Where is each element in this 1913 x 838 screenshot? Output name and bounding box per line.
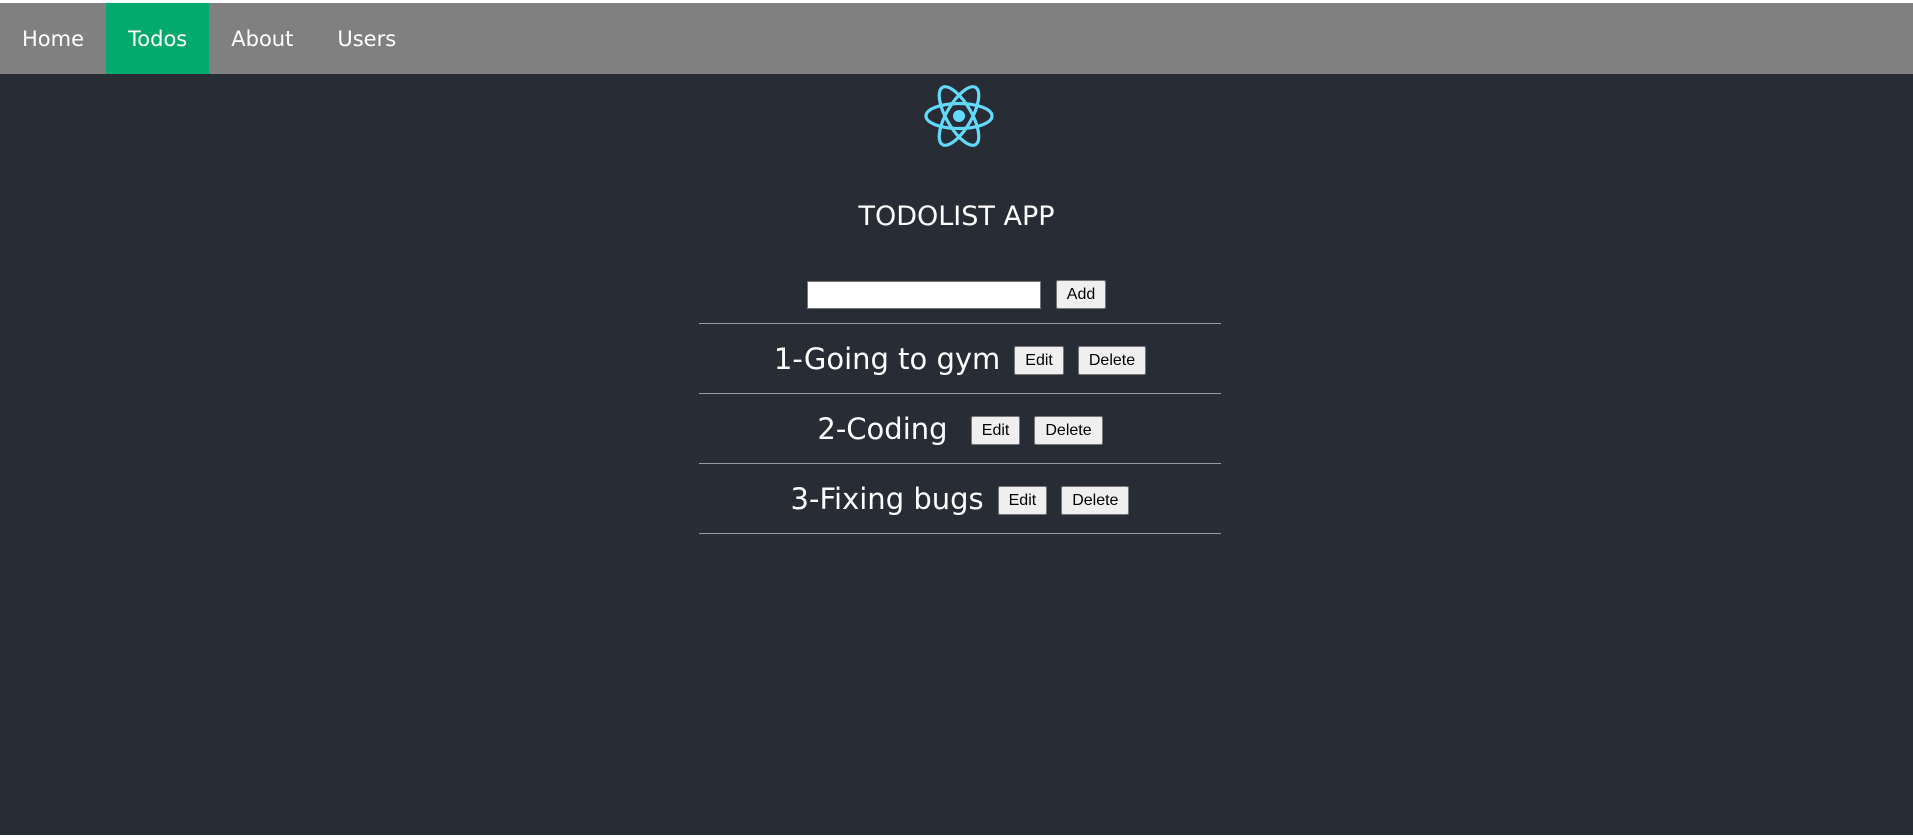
todo-text: 2-Coding [817,411,957,446]
todo-actions: Edit Delete [970,416,1103,445]
delete-button[interactable]: Delete [1034,416,1103,445]
app-container: Home Todos About Users TODOLIST APP Add … [0,3,1913,835]
edit-button[interactable]: Edit [970,416,1021,445]
todo-actions: Edit Delete [997,486,1130,515]
edit-button[interactable]: Edit [1014,346,1064,375]
todo-text: 3-Fixing bugs [790,481,984,516]
delete-button[interactable]: Delete [1061,486,1130,515]
todo-text: 1-Going to gym [773,341,1001,376]
todo-item: 1-Going to gym Edit Delete [699,324,1221,394]
add-todo-form: Add [0,280,1913,309]
todo-item: 3-Fixing bugs Edit Delete [699,464,1221,534]
page-title: TODOLIST APP [858,201,1055,232]
todo-input[interactable] [806,280,1041,309]
add-button[interactable]: Add [1055,280,1107,309]
react-logo-svg [924,85,994,147]
nav-item-home[interactable]: Home [0,3,106,74]
todo-item: 2-Coding Edit Delete [699,394,1221,464]
nav-item-about[interactable]: About [209,3,315,74]
react-logo-icon [922,81,996,151]
nav-item-todos[interactable]: Todos [106,3,210,74]
delete-button[interactable]: Delete [1077,346,1147,375]
edit-button[interactable]: Edit [997,486,1048,515]
todo-actions: Edit Delete [1014,346,1147,375]
todo-list: 1-Going to gym Edit Delete 2-Coding Edit… [699,323,1221,534]
top-navbar: Home Todos About Users [0,3,1913,74]
nav-item-users[interactable]: Users [315,3,418,74]
